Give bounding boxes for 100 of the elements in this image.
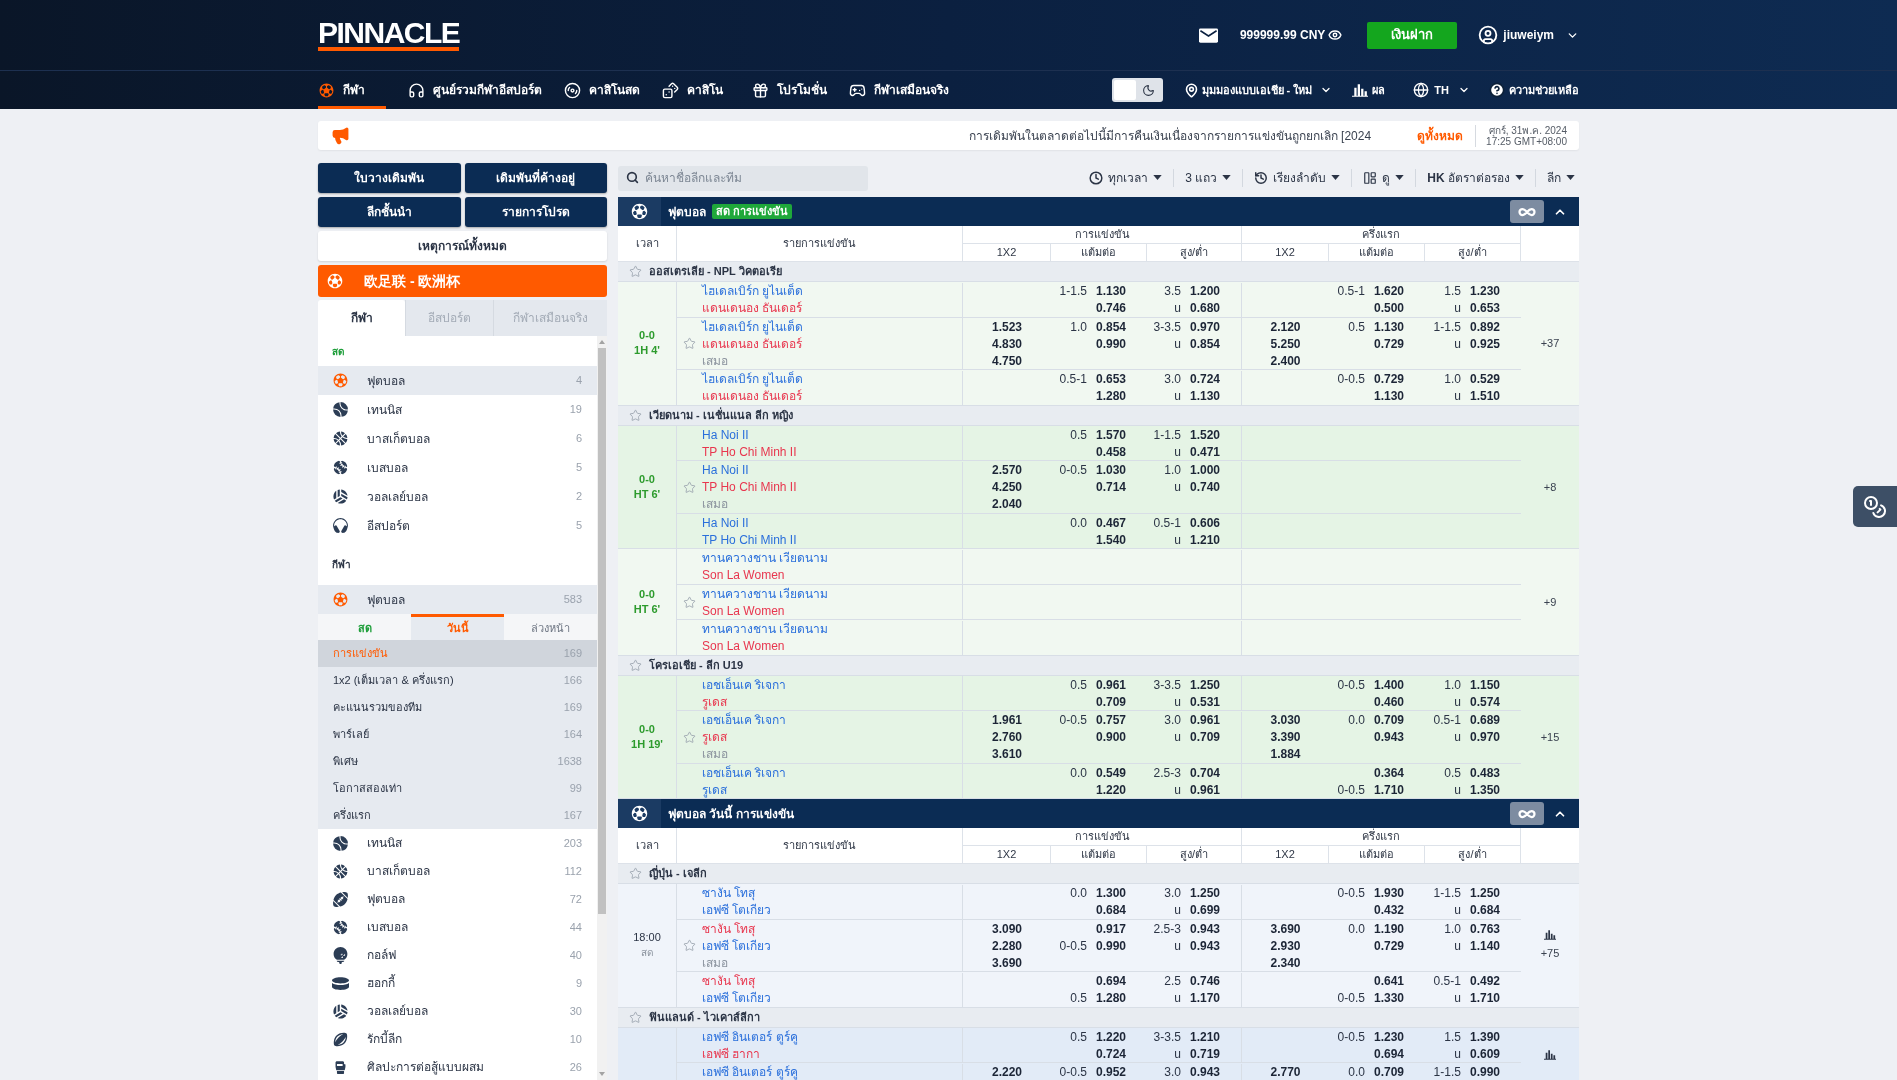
odds-value[interactable]: 0.892 xyxy=(1469,319,1500,334)
odds-value[interactable]: 0.729 xyxy=(1373,372,1404,386)
coins-icon[interactable] xyxy=(1853,486,1897,527)
odds-value[interactable]: 1.523 xyxy=(992,319,1022,334)
odds-value[interactable]: 2.570 xyxy=(992,463,1022,477)
odds-value[interactable]: 3.610 xyxy=(992,747,1022,761)
nav-tab[interactable]: คาสิโน xyxy=(662,71,730,109)
odds-value[interactable]: 5.250 xyxy=(1270,336,1301,351)
odds-value[interactable]: 1.520 xyxy=(1189,427,1220,442)
team-name[interactable]: ไฮเดลเบิร์ก ยูไนเต็ด xyxy=(702,284,804,298)
sidebar-button[interactable]: ลีกชั้นนำ xyxy=(318,197,461,227)
odds-value[interactable]: 3.690 xyxy=(1270,921,1301,936)
language-selector[interactable]: TH xyxy=(1413,81,1470,99)
search-field[interactable]: ค้นหาชื่อลีกและทีม xyxy=(618,165,868,191)
league-name[interactable]: เวียดนาม - เนชั่นแนล ลีก หญิง xyxy=(649,406,793,424)
odds-value[interactable]: 0.961 xyxy=(1095,677,1126,692)
odds-value[interactable]: 2.340 xyxy=(1270,955,1301,970)
team-name[interactable]: เอฟซี ฮากา xyxy=(702,1046,761,1061)
sport-item[interactable]: ฟุตบอล 4 xyxy=(318,366,597,395)
odds-value[interactable]: 0.729 xyxy=(1373,336,1404,351)
odds-value[interactable]: 0.724 xyxy=(1189,372,1220,386)
team-name[interactable]: ไฮเดลเบิร์ก ยูไนเต็ด xyxy=(702,319,804,334)
odds-value[interactable]: 1.230 xyxy=(1469,284,1500,298)
odds-value[interactable]: 0.990 xyxy=(1095,938,1126,953)
team-name[interactable]: Ha Noi II xyxy=(702,427,749,442)
odds-value[interactable]: 0.574 xyxy=(1469,694,1500,709)
odds-value[interactable]: 1.130 xyxy=(1095,284,1126,298)
filter-dropdown[interactable]: ดู xyxy=(1363,168,1405,187)
odds-value[interactable]: 0.714 xyxy=(1095,480,1126,494)
odds-value[interactable]: 0.529 xyxy=(1469,372,1500,386)
odds-value[interactable]: 0.990 xyxy=(1469,1065,1500,1079)
market-item[interactable]: พาร์เลย์ 164 xyxy=(318,721,597,748)
odds-value[interactable]: 0.961 xyxy=(1189,713,1220,727)
odds-value[interactable]: 1.510 xyxy=(1469,389,1500,403)
eye-icon[interactable] xyxy=(1328,28,1343,42)
odds-value[interactable]: 0.364 xyxy=(1373,765,1404,780)
odds-value[interactable]: 1.400 xyxy=(1373,677,1404,692)
market-item[interactable]: คะแนนรวมของทีม 169 xyxy=(318,694,597,721)
odds-value[interactable]: 0.952 xyxy=(1095,1065,1126,1079)
odds-value[interactable]: 4.750 xyxy=(992,353,1022,368)
results-link[interactable]: ผล xyxy=(1352,81,1386,99)
all-events-button[interactable]: เหตุการณ์ทั้งหมด xyxy=(318,231,607,261)
team-name[interactable]: เอชเอ็นเค ริเจกา xyxy=(702,713,787,727)
team-name[interactable]: Ha Noi II xyxy=(702,515,749,530)
odds-value[interactable]: 0.990 xyxy=(1095,336,1126,351)
odds-value[interactable]: 4.250 xyxy=(992,480,1022,494)
sidebar-button[interactable]: เดิมพันที่ค้างอยู่ xyxy=(464,163,607,193)
odds-value[interactable]: 0.689 xyxy=(1469,713,1500,727)
odds-value[interactable]: 1.710 xyxy=(1469,991,1500,1005)
odds-value[interactable]: 1.000 xyxy=(1189,463,1220,477)
announcement-text[interactable]: การเดิมพันในตลาดต่อไปนี้มีการคืนเงินเนื่องจากรายการแข่งขันถูกยกเลิก [2024 xyxy=(968,126,1372,145)
filter-dropdown[interactable]: ทุกเวลา xyxy=(1089,168,1163,187)
sidebar-button[interactable]: รายการโปรด xyxy=(464,197,607,227)
market-item[interactable]: 1x2 (เต็มเวลา & ครึ่งแรก) 166 xyxy=(318,667,597,694)
odds-value[interactable]: 1.710 xyxy=(1373,782,1404,797)
sidebar-button[interactable]: ใบวางเดิมพัน xyxy=(318,163,461,193)
odds-value[interactable]: 3.090 xyxy=(992,921,1022,936)
filter-dropdown[interactable]: 3 แถว xyxy=(1185,168,1232,187)
odds-value[interactable]: 0.680 xyxy=(1189,301,1220,315)
team-name[interactable]: ทานควางชาน เวียดนาม xyxy=(702,586,829,601)
odds-value[interactable]: 1.930 xyxy=(1373,886,1404,900)
odds-value[interactable]: 1.170 xyxy=(1189,991,1220,1005)
logo[interactable]: PINNACLE xyxy=(318,19,460,51)
nav-tab[interactable]: ศูนย์รวมกีฬาอีสปอร์ต xyxy=(408,71,542,109)
odds-value[interactable]: 2.120 xyxy=(1270,319,1301,334)
infinity-button[interactable] xyxy=(1510,200,1544,223)
odds-value[interactable]: 0.694 xyxy=(1095,974,1126,988)
star-icon[interactable] xyxy=(683,939,696,952)
odds-value[interactable]: 0.917 xyxy=(1095,921,1126,936)
filter-dropdown[interactable]: ลีก xyxy=(1547,168,1575,187)
sidebar-tab[interactable]: กีฬา xyxy=(318,300,405,336)
market-item[interactable]: พิเศษ 1638 xyxy=(318,748,597,775)
odds-value[interactable]: 0.900 xyxy=(1095,730,1126,744)
odds-value[interactable]: 0.961 xyxy=(1189,782,1220,797)
odds-value[interactable]: 2.760 xyxy=(992,730,1022,744)
mail-icon[interactable] xyxy=(1198,27,1218,43)
sport-item[interactable]: ฟุตบอล 583 xyxy=(318,585,597,614)
odds-value[interactable]: 1.200 xyxy=(1189,284,1220,298)
team-name[interactable]: ทานควางชาน เวียดนาม xyxy=(702,622,829,636)
odds-value[interactable]: 1.300 xyxy=(1095,886,1126,900)
star-icon[interactable] xyxy=(683,595,696,609)
league-name[interactable]: ฟินแลนด์ - ไวเคาส์ลีกา xyxy=(649,1008,760,1026)
odds-value[interactable]: 0.854 xyxy=(1095,319,1126,334)
odds-value[interactable]: 1.350 xyxy=(1469,782,1500,797)
more-markets-link[interactable]: +37 xyxy=(1540,335,1560,352)
league-name[interactable]: ออสเตรเลีย - NPL วิคตอเรีย xyxy=(649,263,782,280)
odds-value[interactable]: 0.943 xyxy=(1189,921,1220,936)
team-name[interactable]: ซางัน โทสุ xyxy=(702,886,756,900)
odds-value[interactable]: 0.746 xyxy=(1095,301,1126,315)
theme-toggle[interactable] xyxy=(1111,78,1163,102)
odds-value[interactable]: 0.653 xyxy=(1469,301,1500,315)
odds-value[interactable]: 0.757 xyxy=(1095,713,1126,727)
odds-value[interactable]: 1.140 xyxy=(1469,938,1500,953)
odds-value[interactable]: 0.970 xyxy=(1189,319,1220,334)
odds-value[interactable]: 1.620 xyxy=(1373,284,1404,298)
team-name[interactable]: Son La Women xyxy=(702,639,785,653)
team-name[interactable]: เอฟซี โตเกียว xyxy=(702,903,772,917)
odds-value[interactable]: 0.943 xyxy=(1189,938,1220,953)
team-name[interactable]: รูเดส xyxy=(702,782,727,797)
odds-value[interactable]: 1.570 xyxy=(1095,427,1126,442)
